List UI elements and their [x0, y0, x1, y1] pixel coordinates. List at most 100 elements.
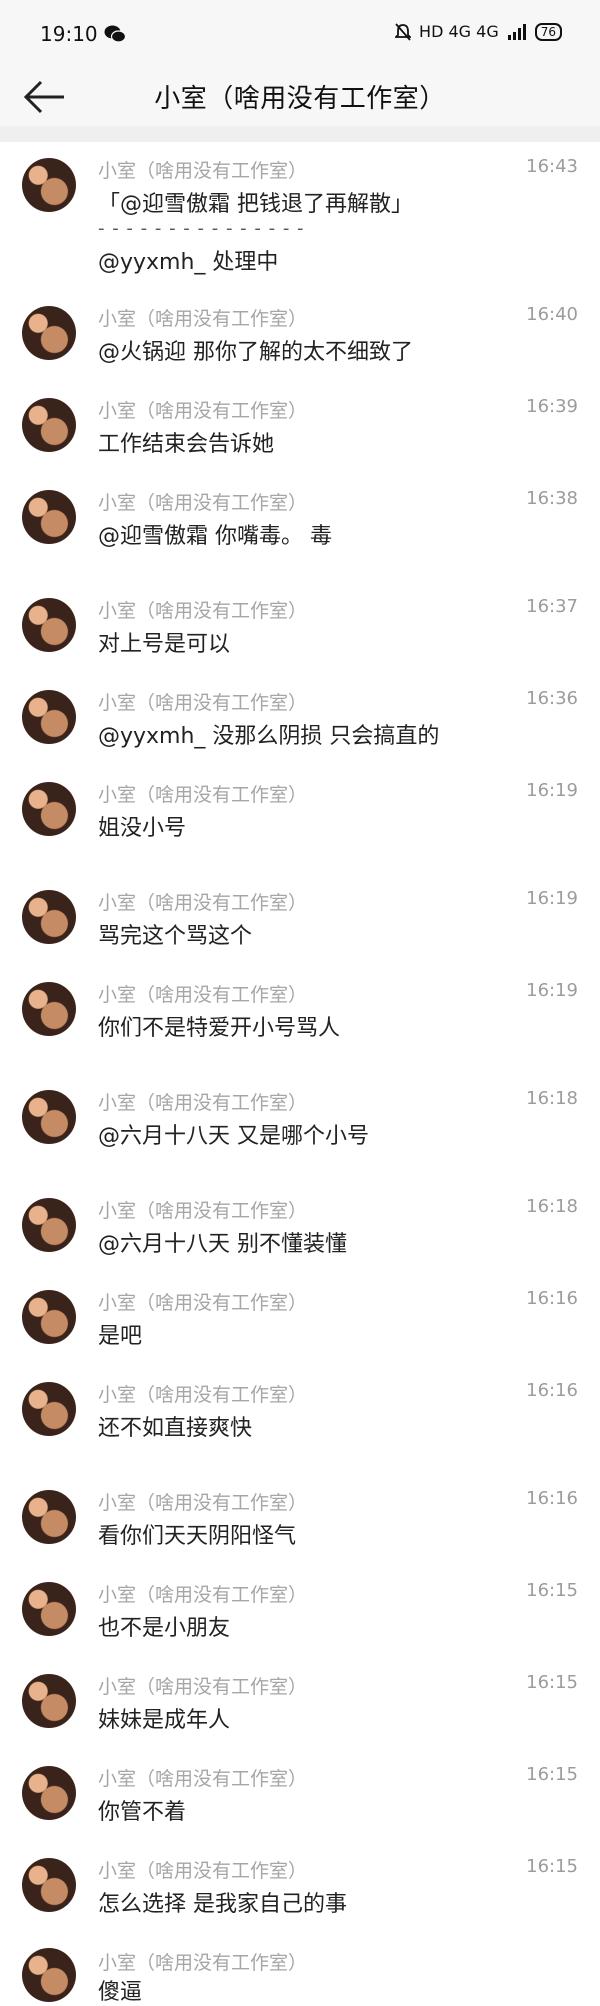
- message-time: 16:18: [526, 1196, 578, 1217]
- message-item[interactable]: 小室（啥用没有工作室） 16:40 @火锅迎 那你了解的太不细致了: [0, 290, 600, 383]
- avatar[interactable]: [22, 1490, 76, 1544]
- sender-name: 小室（啥用没有工作室）: [98, 1200, 308, 1222]
- message-text: 姐没小号: [98, 816, 187, 841]
- message-time: 16:15: [526, 1764, 578, 1785]
- sender-name: 小室（啥用没有工作室）: [98, 1952, 308, 1974]
- message-text: 傻逼: [98, 1980, 143, 2005]
- message-item[interactable]: 小室（啥用没有工作室） 16:19 你们不是特爱开小号骂人: [0, 966, 600, 1075]
- sender-name: 小室（啥用没有工作室）: [98, 1292, 308, 1314]
- status-indicators: HD 4G 4G 76: [395, 22, 562, 41]
- message-time: 16:39: [526, 396, 578, 417]
- sender-name: 小室（啥用没有工作室）: [98, 784, 308, 806]
- message-time: 16:18: [526, 1088, 578, 1109]
- avatar[interactable]: [22, 1766, 76, 1820]
- message-text: 骂完这个骂这个: [98, 924, 253, 949]
- message-text: 还不如直接爽快: [98, 1416, 253, 1441]
- message-time: 16:38: [526, 488, 578, 509]
- message-item[interactable]: 小室（啥用没有工作室） 16:38 @迎雪傲霜 你嘴毒。 毒: [0, 474, 600, 583]
- message-text: @六月十八天 又是哪个小号: [98, 1124, 369, 1149]
- message-item[interactable]: 小室（啥用没有工作室） 16:15 也不是小朋友: [0, 1566, 600, 1659]
- message-text: @火锅迎 那你了解的太不细致了: [98, 340, 413, 365]
- sender-name: 小室（啥用没有工作室）: [98, 160, 308, 182]
- message-text: 怎么选择 是我家自己的事: [98, 1892, 347, 1917]
- message-item[interactable]: 小室（啥用没有工作室） 16:18 @六月十八天 又是哪个小号: [0, 1074, 600, 1183]
- avatar[interactable]: [22, 1090, 76, 1144]
- message-time: 16:37: [526, 596, 578, 617]
- message-item[interactable]: 小室（啥用没有工作室） 16:37 对上号是可以: [0, 582, 600, 675]
- avatar[interactable]: [22, 598, 76, 652]
- message-item[interactable]: 小室（啥用没有工作室） 16:43 「@迎雪傲霜 把钱退了再解散」 - - - …: [0, 142, 600, 291]
- battery-indicator: 76: [534, 22, 562, 41]
- avatar[interactable]: [22, 782, 76, 836]
- bell-off-icon: [395, 22, 412, 41]
- message-text: 妹妹是成年人: [98, 1708, 231, 1733]
- sender-name: 小室（啥用没有工作室）: [98, 1768, 308, 1790]
- message-text: @六月十八天 别不懂装懂: [98, 1232, 347, 1257]
- message-item[interactable]: 小室（啥用没有工作室） 16:19 骂完这个骂这个: [0, 874, 600, 967]
- avatar[interactable]: [22, 890, 76, 944]
- message-item[interactable]: 小室（啥用没有工作室） 16:16 是吧: [0, 1274, 600, 1367]
- sender-name: 小室（啥用没有工作室）: [98, 1092, 308, 1114]
- message-time: 16:19: [526, 888, 578, 909]
- avatar[interactable]: [22, 690, 76, 744]
- avatar[interactable]: [22, 1582, 76, 1636]
- message-text: @迎雪傲霜 你嘴毒。 毒: [98, 524, 332, 549]
- avatar[interactable]: [22, 490, 76, 544]
- message-time: 16:36: [526, 688, 578, 709]
- sender-name: 小室（啥用没有工作室）: [98, 1584, 308, 1606]
- message-time: 16:15: [526, 1856, 578, 1877]
- message-text: 是吧: [98, 1324, 143, 1349]
- message-item[interactable]: 小室（啥用没有工作室） 16:39 工作结束会告诉她: [0, 382, 600, 475]
- message-text: 你们不是特爱开小号骂人: [98, 1016, 341, 1041]
- sender-name: 小室（啥用没有工作室）: [98, 308, 308, 330]
- message-time: 16:43: [526, 156, 578, 177]
- avatar[interactable]: [22, 1382, 76, 1436]
- wechat-icon: [104, 25, 126, 43]
- message-text: @yyxmh_ 没那么阴损 只会搞直的: [98, 724, 440, 749]
- avatar[interactable]: [22, 158, 76, 212]
- message-time: 16:19: [526, 780, 578, 801]
- quoted-text: 「@迎雪傲霜 把钱退了再解散」: [98, 192, 413, 217]
- sender-name: 小室（啥用没有工作室）: [98, 1676, 308, 1698]
- signal-icon: [507, 23, 526, 40]
- status-bar: 19:10 HD 4G 4G 76: [0, 0, 600, 68]
- sender-name: 小室（啥用没有工作室）: [98, 1492, 308, 1514]
- message-item[interactable]: 小室（啥用没有工作室） 16:15 妹妹是成年人: [0, 1658, 600, 1751]
- message-item[interactable]: 小室（啥用没有工作室） 16:18 @六月十八天 别不懂装懂: [0, 1182, 600, 1275]
- avatar[interactable]: [22, 1198, 76, 1252]
- status-time: 19:10: [40, 22, 98, 46]
- message-text: 也不是小朋友: [98, 1616, 231, 1641]
- message-text: 工作结束会告诉她: [98, 432, 275, 457]
- page-title: 小室（啥用没有工作室）: [154, 84, 446, 114]
- message-text: 看你们天天阴阳怪气: [98, 1524, 297, 1549]
- message-item[interactable]: 小室（啥用没有工作室） 16:16 还不如直接爽快: [0, 1366, 600, 1475]
- message-item[interactable]: 小室（啥用没有工作室） 16:19 姐没小号: [0, 766, 600, 875]
- message-time: 16:19: [526, 980, 578, 1001]
- message-time: 16:15: [526, 1580, 578, 1601]
- avatar[interactable]: [22, 1674, 76, 1728]
- message-item[interactable]: 小室（啥用没有工作室） 16:36 @yyxmh_ 没那么阴损 只会搞直的: [0, 674, 600, 767]
- avatar[interactable]: [22, 398, 76, 452]
- sender-name: 小室（啥用没有工作室）: [98, 492, 308, 514]
- avatar[interactable]: [22, 306, 76, 360]
- message-text: 你管不着: [98, 1800, 187, 1825]
- message-item[interactable]: 小室（啥用没有工作室） 傻逼: [0, 1934, 600, 2005]
- message-text: @yyxmh_ 处理中: [98, 250, 279, 275]
- message-time: 16:16: [526, 1288, 578, 1309]
- avatar[interactable]: [22, 1290, 76, 1344]
- header-separator: [0, 126, 600, 142]
- quote-divider: - - - - - - - - - - - - - - -: [98, 218, 305, 239]
- sender-name: 小室（啥用没有工作室）: [98, 1860, 308, 1882]
- avatar[interactable]: [22, 1858, 76, 1912]
- sender-name: 小室（啥用没有工作室）: [98, 600, 308, 622]
- message-item[interactable]: 小室（啥用没有工作室） 16:15 你管不着: [0, 1750, 600, 1843]
- message-time: 16:16: [526, 1380, 578, 1401]
- message-text: 对上号是可以: [98, 632, 231, 657]
- sender-name: 小室（啥用没有工作室）: [98, 984, 308, 1006]
- nav-bar: 小室（啥用没有工作室）: [0, 68, 600, 126]
- sender-name: 小室（啥用没有工作室）: [98, 692, 308, 714]
- message-item[interactable]: 小室（啥用没有工作室） 16:16 看你们天天阴阳怪气: [0, 1474, 600, 1567]
- avatar[interactable]: [22, 1948, 76, 2002]
- avatar[interactable]: [22, 982, 76, 1036]
- message-item[interactable]: 小室（啥用没有工作室） 16:15 怎么选择 是我家自己的事: [0, 1842, 600, 1935]
